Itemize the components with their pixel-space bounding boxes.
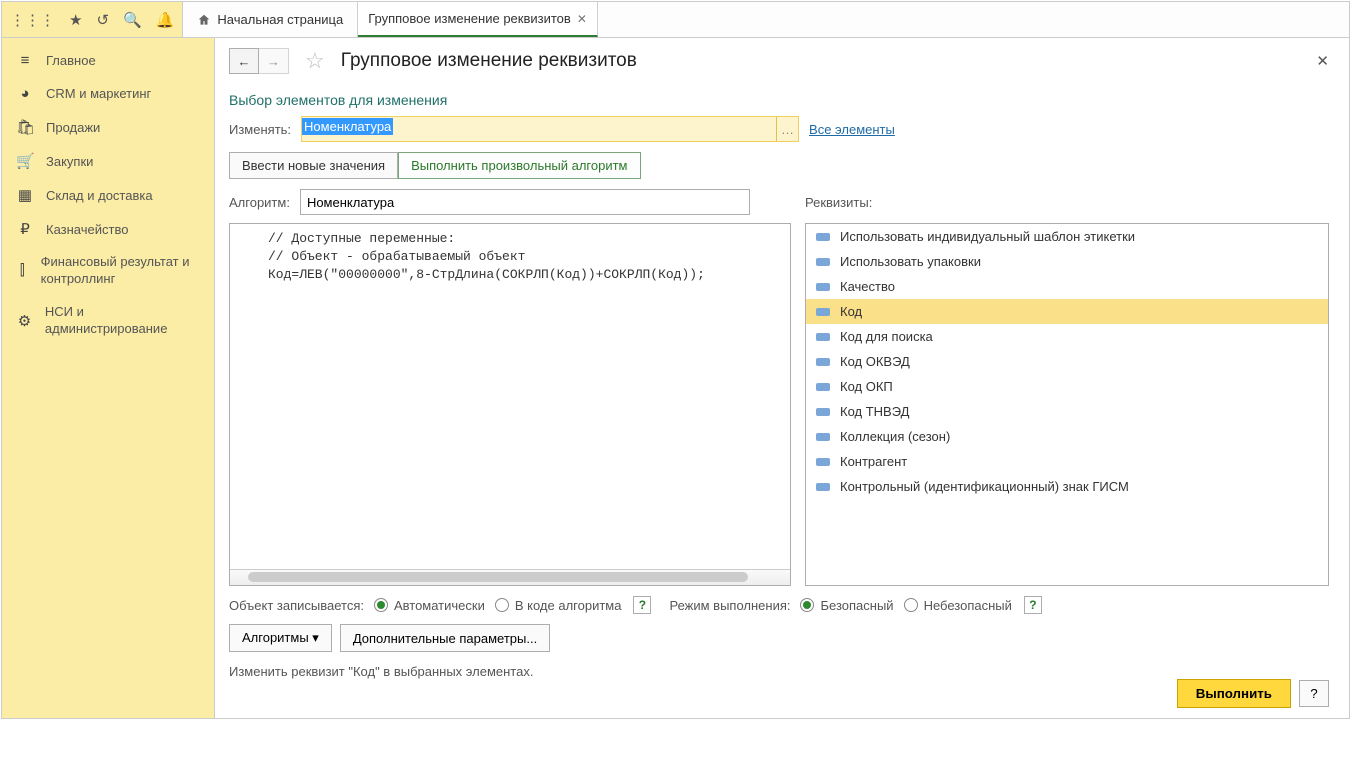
- bag-icon: 🛍: [16, 118, 34, 136]
- help-mode-icon[interactable]: ?: [1024, 596, 1042, 614]
- cart-icon: 🛒: [16, 152, 34, 170]
- status-text: Изменить реквизит "Код" в выбранных элем…: [229, 664, 1329, 679]
- sidebar-item-treasury[interactable]: ₽Казначейство: [2, 212, 214, 246]
- star-icon[interactable]: ☆: [305, 48, 325, 74]
- nav-back-button[interactable]: ←: [229, 48, 259, 74]
- chart-icon: ⫿: [16, 262, 29, 279]
- requisite-item[interactable]: Код ОКВЭД: [806, 349, 1328, 374]
- search-icon[interactable]: 🔍: [123, 11, 142, 29]
- field-icon: [816, 258, 830, 266]
- help-write-icon[interactable]: ?: [633, 596, 651, 614]
- ruble-icon: ₽: [16, 220, 34, 238]
- history-icon[interactable]: ↺: [96, 11, 109, 29]
- field-icon: [816, 358, 830, 366]
- sidebar-item-finance[interactable]: ⫿Финансовый результат и контроллинг: [2, 246, 214, 296]
- requisite-item[interactable]: Код для поиска: [806, 324, 1328, 349]
- help-button[interactable]: ?: [1299, 680, 1329, 707]
- algo-label: Алгоритм:: [229, 195, 290, 210]
- field-icon: [816, 233, 830, 241]
- execute-button[interactable]: Выполнить: [1177, 679, 1291, 708]
- field-icon: [816, 483, 830, 491]
- sidebar-item-nsi[interactable]: ⚙НСИ и администрирование: [2, 296, 214, 346]
- mode-label: Режим выполнения:: [669, 598, 790, 613]
- title-row: ← → ☆ Групповое изменение реквизитов ✕: [229, 48, 1329, 74]
- field-icon: [816, 283, 830, 291]
- home-tab-label: Начальная страница: [217, 12, 343, 27]
- header-bar: ⋮⋮⋮ ★ ↺ 🔍 🔔 Начальная страница Групповое…: [2, 2, 1349, 38]
- change-field[interactable]: Номенклатура …: [301, 116, 799, 142]
- menu-icon: ≡: [16, 52, 34, 69]
- pie-icon: ◕: [16, 85, 34, 102]
- requisite-item[interactable]: Контрагент: [806, 449, 1328, 474]
- change-row: Изменять: Номенклатура … Все элементы: [229, 116, 1329, 142]
- field-icon: [816, 408, 830, 416]
- sidebar-item-purchases[interactable]: 🛒Закупки: [2, 144, 214, 178]
- radio-auto[interactable]: Автоматически: [374, 598, 485, 613]
- toolbar-quick-icons: ⋮⋮⋮ ★ ↺ 🔍 🔔: [2, 2, 183, 37]
- tabs-area: Начальная страница Групповое изменение р…: [183, 2, 597, 37]
- field-icon: [816, 383, 830, 391]
- requisite-item[interactable]: Использовать индивидуальный шаблон этике…: [806, 224, 1328, 249]
- field-icon: [816, 433, 830, 441]
- close-page-icon[interactable]: ✕: [1316, 52, 1329, 70]
- active-tab-label: Групповое изменение реквизитов: [368, 11, 571, 26]
- requisite-item[interactable]: Коллекция (сезон): [806, 424, 1328, 449]
- section-title: Выбор элементов для изменения: [229, 92, 1329, 108]
- radio-unsafe[interactable]: Небезопасный: [904, 598, 1012, 613]
- gear-icon: ⚙: [16, 312, 33, 330]
- sidebar-item-warehouse[interactable]: ▦Склад и доставка: [2, 178, 214, 212]
- change-label: Изменять:: [229, 122, 291, 137]
- requisite-item[interactable]: Контрольный (идентификационный) знак ГИС…: [806, 474, 1328, 499]
- mode-row: Объект записывается: Автоматически В код…: [229, 596, 1329, 614]
- field-icon: [816, 458, 830, 466]
- grid-icon: ▦: [16, 186, 34, 204]
- requisites-list[interactable]: Использовать индивидуальный шаблон этике…: [805, 223, 1329, 586]
- favorite-icon[interactable]: ★: [69, 11, 82, 29]
- sidebar-item-main[interactable]: ≡Главное: [2, 44, 214, 77]
- bell-icon[interactable]: 🔔: [156, 11, 175, 29]
- active-tab[interactable]: Групповое изменение реквизитов ✕: [358, 2, 598, 37]
- radio-safe[interactable]: Безопасный: [800, 598, 893, 613]
- sidebar-item-crm[interactable]: ◕CRM и маркетинг: [2, 77, 214, 110]
- algorithm-row: Алгоритм: Реквизиты:: [229, 189, 1329, 215]
- tab-new-values[interactable]: Ввести новые значения: [229, 152, 398, 179]
- close-tab-icon[interactable]: ✕: [577, 12, 587, 26]
- tab-algorithm[interactable]: Выполнить произвольный алгоритм: [398, 152, 640, 179]
- select-button[interactable]: …: [776, 117, 798, 141]
- radio-in-code[interactable]: В коде алгоритма: [495, 598, 622, 613]
- main-content: ← → ☆ Групповое изменение реквизитов ✕ В…: [215, 38, 1349, 718]
- page-title: Групповое изменение реквизитов: [341, 50, 637, 72]
- code-editor[interactable]: // Доступные переменные:// Объект - обра…: [229, 223, 791, 586]
- home-tab[interactable]: Начальная страница: [183, 2, 358, 37]
- mode-tabs: Ввести новые значения Выполнить произвол…: [229, 152, 1329, 179]
- change-value: Номенклатура: [302, 118, 393, 135]
- field-icon: [816, 333, 830, 341]
- extra-params-button[interactable]: Дополнительные параметры...: [340, 624, 550, 652]
- apps-icon[interactable]: ⋮⋮⋮: [10, 11, 55, 29]
- requisite-item[interactable]: Код ТНВЭД: [806, 399, 1328, 424]
- horizontal-scrollbar[interactable]: [230, 569, 790, 585]
- requisite-item[interactable]: Код ОКП: [806, 374, 1328, 399]
- requisite-item-selected[interactable]: Код: [806, 299, 1328, 324]
- algorithms-menu[interactable]: Алгоритмы ▾: [229, 624, 332, 652]
- home-icon: [197, 13, 211, 27]
- requisites-label: Реквизиты:: [805, 195, 1329, 210]
- footer: Выполнить ?: [229, 679, 1329, 708]
- requisite-item[interactable]: Использовать упаковки: [806, 249, 1328, 274]
- all-elements-link[interactable]: Все элементы: [809, 122, 895, 137]
- field-icon: [816, 308, 830, 316]
- write-label: Объект записывается:: [229, 598, 364, 613]
- algo-input[interactable]: [300, 189, 750, 215]
- requisite-item[interactable]: Качество: [806, 274, 1328, 299]
- buttons-row: Алгоритмы ▾ Дополнительные параметры...: [229, 624, 1329, 652]
- chevron-down-icon: ▾: [312, 630, 319, 645]
- sidebar: ≡Главное ◕CRM и маркетинг 🛍Продажи 🛒Заку…: [2, 38, 215, 718]
- sidebar-item-sales[interactable]: 🛍Продажи: [2, 110, 214, 144]
- nav-forward-button: →: [259, 48, 289, 74]
